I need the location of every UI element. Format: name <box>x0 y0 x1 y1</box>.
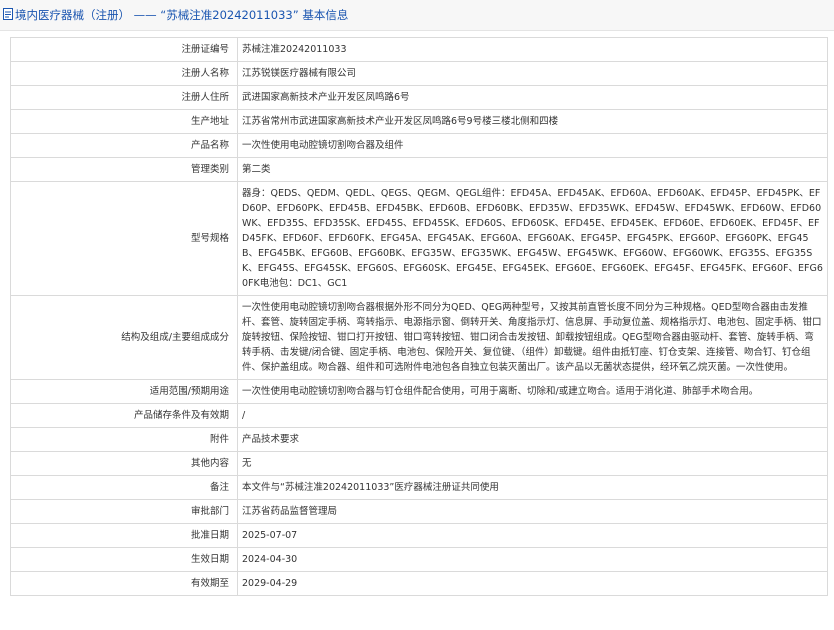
table-row: 注册人住所 武进国家高新技术产业开发区凤鸣路6号 <box>10 85 828 110</box>
row-value: 2025-07-07 <box>237 523 828 548</box>
row-label: 备注 <box>10 475 238 500</box>
table-row: 批准日期 2025-07-07 <box>10 523 828 548</box>
table-row: 注册证编号 苏械注准20242011033 <box>10 37 828 62</box>
row-value: 无 <box>237 451 828 476</box>
table-row: 型号规格 器身：QEDS、QEDM、QEDL、QEGS、QEGM、QEGL组件：… <box>10 181 828 296</box>
table-row: 审批部门 江苏省药品监督管理局 <box>10 499 828 524</box>
page-header: 境内医疗器械（注册） —— “苏械注准20242011033” 基本信息 <box>0 0 834 31</box>
page-title: 境内医疗器械（注册） —— “苏械注准20242011033” 基本信息 <box>15 8 349 22</box>
row-label: 有效期至 <box>10 571 238 596</box>
row-value: 江苏省常州市武进国家高新技术产业开发区凤鸣路6号9号楼三楼北侧和四楼 <box>237 109 828 134</box>
row-label: 注册证编号 <box>10 37 238 62</box>
row-label: 适用范围/预期用途 <box>10 379 238 404</box>
row-value: 武进国家高新技术产业开发区凤鸣路6号 <box>237 85 828 110</box>
table-row: 其他内容 无 <box>10 451 828 476</box>
row-label: 其他内容 <box>10 451 238 476</box>
row-label: 结构及组成/主要组成成分 <box>10 295 238 380</box>
table-row: 生效日期 2024-04-30 <box>10 547 828 572</box>
table-row: 生产地址 江苏省常州市武进国家高新技术产业开发区凤鸣路6号9号楼三楼北侧和四楼 <box>10 109 828 134</box>
table-row: 注册人名称 江苏锐镁医疗器械有限公司 <box>10 61 828 86</box>
table-row: 适用范围/预期用途 一次性使用电动腔镜切割吻合器与钉仓组件配合使用，可用于离断、… <box>10 379 828 404</box>
table-row: 附件 产品技术要求 <box>10 427 828 452</box>
info-table: 注册证编号 苏械注准20242011033 注册人名称 江苏锐镁医疗器械有限公司… <box>10 37 828 596</box>
row-label: 注册人住所 <box>10 85 238 110</box>
row-value: 本文件与“苏械注准20242011033”医疗器械注册证共同使用 <box>237 475 828 500</box>
document-icon <box>3 8 13 20</box>
row-value: 江苏锐镁医疗器械有限公司 <box>237 61 828 86</box>
row-value: 产品技术要求 <box>237 427 828 452</box>
table-row: 产品储存条件及有效期 / <box>10 403 828 428</box>
row-value: 江苏省药品监督管理局 <box>237 499 828 524</box>
row-label: 产品名称 <box>10 133 238 158</box>
table-row: 备注 本文件与“苏械注准20242011033”医疗器械注册证共同使用 <box>10 475 828 500</box>
row-value: 一次性使用电动腔镜切割吻合器与钉仓组件配合使用，可用于离断、切除和/或建立吻合。… <box>237 379 828 404</box>
row-value: 苏械注准20242011033 <box>237 37 828 62</box>
row-label: 审批部门 <box>10 499 238 524</box>
row-label: 注册人名称 <box>10 61 238 86</box>
row-value: 一次性使用电动腔镜切割吻合器及组件 <box>237 133 828 158</box>
row-label: 生产地址 <box>10 109 238 134</box>
table-row: 管理类别 第二类 <box>10 157 828 182</box>
row-value: / <box>237 403 828 428</box>
table-row: 产品名称 一次性使用电动腔镜切割吻合器及组件 <box>10 133 828 158</box>
row-label: 管理类别 <box>10 157 238 182</box>
row-label: 附件 <box>10 427 238 452</box>
row-value: 一次性使用电动腔镜切割吻合器根据外形不同分为QED、QEG两种型号，又按其前直管… <box>237 295 828 380</box>
row-label: 型号规格 <box>10 181 238 296</box>
row-value: 器身：QEDS、QEDM、QEDL、QEGS、QEGM、QEGL组件：EFD45… <box>237 181 828 296</box>
row-label: 批准日期 <box>10 523 238 548</box>
table-row: 结构及组成/主要组成成分 一次性使用电动腔镜切割吻合器根据外形不同分为QED、Q… <box>10 295 828 380</box>
row-value: 2024-04-30 <box>237 547 828 572</box>
row-label: 生效日期 <box>10 547 238 572</box>
row-label: 产品储存条件及有效期 <box>10 403 238 428</box>
row-value: 第二类 <box>237 157 828 182</box>
row-value: 2029-04-29 <box>237 571 828 596</box>
table-row: 有效期至 2029-04-29 <box>10 571 828 596</box>
